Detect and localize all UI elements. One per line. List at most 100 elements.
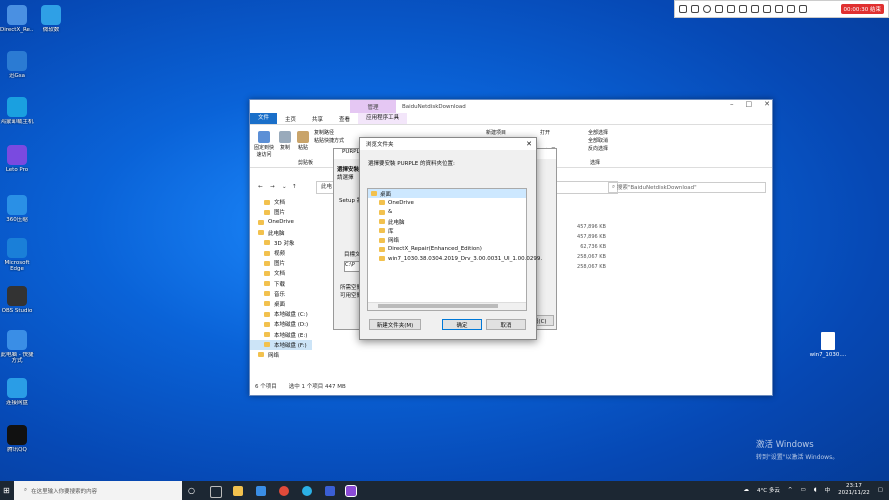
tab-share[interactable]: 共享: [304, 115, 331, 123]
tree-item[interactable]: win7_1030.38.0304.2019_Drv_3.00.0031_UI_…: [368, 254, 542, 263]
minimize-icon[interactable]: –: [730, 100, 734, 108]
taskbar-search-input[interactable]: ⌕ 在这里输入你要搜索的内容: [14, 481, 182, 500]
maximize-icon[interactable]: □: [746, 100, 753, 108]
tree-item[interactable]: 网络: [368, 235, 526, 244]
screen-recorder-toolbar: 00:00:30 结束: [674, 0, 889, 18]
marker-icon[interactable]: [739, 5, 747, 13]
tab-app-tools[interactable]: 应用程序工具: [358, 113, 408, 124]
tray-expand-icon[interactable]: ^: [788, 487, 793, 493]
start-icon[interactable]: ⊞: [3, 486, 10, 495]
undo-icon[interactable]: [751, 5, 759, 13]
tab-manage[interactable]: 管理: [350, 100, 396, 113]
nav-item[interactable]: 文档: [250, 197, 312, 207]
tab-view[interactable]: 查看: [331, 115, 358, 123]
tree-item[interactable]: OneDrive: [368, 198, 526, 207]
desktop-file[interactable]: win7_1030....: [808, 332, 848, 358]
close-icon[interactable]: ✕: [764, 100, 770, 108]
nav-item[interactable]: 桌面: [250, 299, 312, 309]
nav-item[interactable]: 此电脑: [250, 228, 312, 238]
folder-icon: [264, 342, 270, 348]
system-tray: ☁ 4°C 多云 ^ ▭ ◖ 中 23:17 2021/11/22 ▢: [744, 483, 883, 497]
desktop-icon[interactable]: 连接网盘: [0, 378, 34, 406]
nav-item[interactable]: 下载: [250, 279, 312, 289]
file-explorer-icon[interactable]: [233, 486, 243, 496]
nav-item[interactable]: 本地磁盘 (D:): [250, 319, 312, 329]
pin-button[interactable]: 固定到快速访问: [252, 131, 276, 158]
circle-icon[interactable]: [703, 5, 711, 13]
nav-item[interactable]: 图片: [250, 207, 312, 217]
paste-shortcut-button[interactable]: 粘贴快捷方式: [314, 137, 344, 145]
notification-icon[interactable]: ▢: [878, 487, 883, 493]
mic-icon[interactable]: [787, 5, 795, 13]
network-icon[interactable]: ▭: [800, 487, 805, 493]
desktop-icon[interactable]: 360压缩: [0, 195, 34, 223]
weather-text[interactable]: 4°C 多云: [757, 486, 780, 494]
new-folder-button[interactable]: 新建文件夹(M): [369, 319, 421, 330]
new-item-button[interactable]: 新建项目: [486, 129, 506, 136]
ok-button[interactable]: 确定: [442, 319, 482, 330]
app-icon[interactable]: [325, 486, 335, 496]
tab-home[interactable]: 主页: [277, 115, 304, 123]
camera-icon[interactable]: [799, 5, 807, 13]
nav-item[interactable]: 本地磁盘 (C:): [250, 309, 312, 319]
desktop-icon[interactable]: 此电脑 - 快捷方式: [0, 330, 34, 364]
recording-timer[interactable]: 00:00:30 结束: [840, 4, 884, 14]
open-button[interactable]: 打开: [540, 129, 550, 136]
desktop-icon[interactable]: Leto Pro: [0, 145, 34, 173]
forward-icon[interactable]: →: [270, 184, 275, 190]
desktop-icon[interactable]: 腾讯QQ: [0, 425, 34, 453]
nav-item[interactable]: 视频: [250, 248, 312, 258]
paste-button[interactable]: 粘贴: [296, 131, 310, 151]
clock[interactable]: 23:17 2021/11/22: [838, 483, 870, 497]
up-icon[interactable]: ↑: [292, 184, 297, 190]
scrollbar-thumb[interactable]: [378, 304, 498, 308]
setup-app-icon[interactable]: [345, 485, 357, 497]
invert-selection-button[interactable]: 反向选择: [588, 145, 608, 153]
cortana-icon[interactable]: ○: [188, 486, 195, 495]
tree-item[interactable]: DirectX_Repair(Enhanced_Edition): [368, 245, 526, 254]
nav-item[interactable]: 3D 对象: [250, 238, 312, 248]
desktop-icon[interactable]: 鸿蒙卸载主机: [0, 97, 34, 125]
nav-item[interactable]: 本地磁盘 (E:): [250, 329, 312, 339]
recent-icon[interactable]: ⌄: [282, 184, 287, 190]
task-view-icon[interactable]: [210, 486, 222, 498]
delete-icon[interactable]: [763, 5, 771, 13]
browser-icon[interactable]: [279, 486, 289, 496]
desktop-icon-label: Microsoft Edge: [4, 260, 30, 272]
select-all-button[interactable]: 全部选择: [588, 129, 608, 137]
tab-file[interactable]: 文件: [250, 113, 278, 124]
nav-item[interactable]: 图片: [250, 258, 312, 268]
ime-icon[interactable]: 中: [825, 486, 831, 494]
tree-item[interactable]: &: [368, 208, 526, 217]
cancel-button[interactable]: 取消: [486, 319, 526, 330]
speaker-icon[interactable]: [775, 5, 783, 13]
folder-tree[interactable]: 桌面 OneDrive & 此电脑库网络 DirectX_Repair(Enhanced…: [367, 188, 542, 311]
text-icon[interactable]: [727, 5, 735, 13]
nav-item[interactable]: 本地磁盘 (F:): [250, 339, 312, 350]
rectangle-icon[interactable]: [691, 5, 699, 13]
horizontal-scrollbar[interactable]: [368, 302, 526, 310]
desktop-icon[interactable]: 微软数: [34, 5, 68, 33]
pen-icon[interactable]: [679, 5, 687, 13]
close-icon[interactable]: ✕: [526, 140, 532, 148]
volume-icon[interactable]: ◖: [814, 487, 817, 493]
desktop-icon[interactable]: OBS Studio: [0, 286, 34, 314]
tree-item[interactable]: 此电脑: [368, 217, 526, 226]
tree-item[interactable]: 桌面: [368, 189, 526, 199]
desktop-icon[interactable]: 迅Gsa: [0, 51, 34, 79]
nav-item[interactable]: 音乐: [250, 289, 312, 299]
nav-item[interactable]: 网络: [250, 350, 312, 360]
select-none-button[interactable]: 全部取消: [588, 137, 608, 145]
copy-path-button[interactable]: 复制路径: [314, 129, 344, 137]
copy-button[interactable]: 复制: [278, 131, 292, 151]
desktop-icon[interactable]: DirectX_Re...: [0, 5, 34, 33]
nav-item[interactable]: 文档: [250, 268, 312, 278]
search-input[interactable]: ⌕ 搜索"BaiduNetdiskDownload": [608, 181, 766, 193]
back-icon[interactable]: ←: [258, 184, 263, 190]
desktop-icon[interactable]: Microsoft Edge: [0, 238, 34, 272]
arrow-icon[interactable]: [715, 5, 723, 13]
tree-item[interactable]: 库: [368, 226, 526, 235]
store-icon[interactable]: [256, 486, 266, 496]
nav-item[interactable]: OneDrive: [250, 217, 312, 227]
edge-icon[interactable]: [302, 486, 312, 496]
